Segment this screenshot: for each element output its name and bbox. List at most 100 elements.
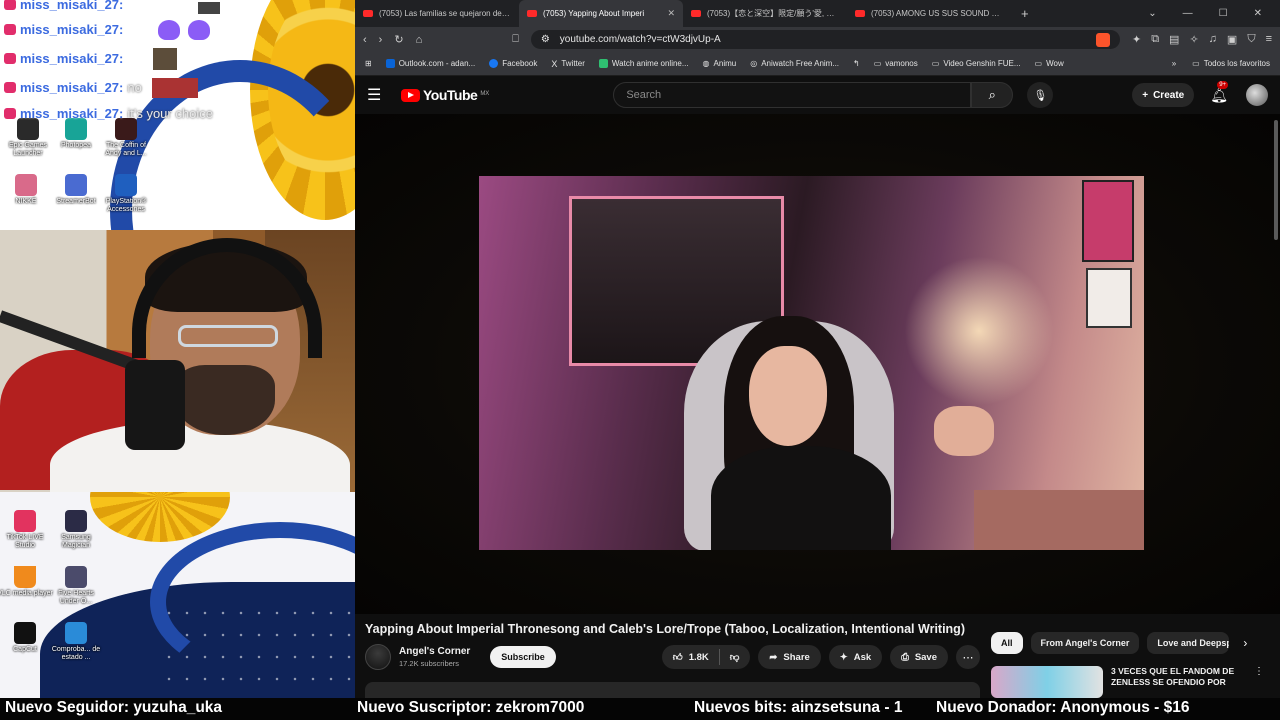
youtube-favicon-icon <box>363 10 373 17</box>
body <box>711 446 891 550</box>
desktop-icon-photopea[interactable]: Photopea <box>48 118 104 150</box>
desktop-icon-comprobacion[interactable]: Comproba... de estado ... <box>48 622 104 662</box>
recommended-video[interactable]: 3 VECES QUE EL FANDOM DE ZENLESS SE OFEN… <box>991 666 1264 698</box>
chat-message: miss_misaki_27: <box>4 22 127 37</box>
youtube-favicon-icon <box>527 10 537 17</box>
chip-from-channel[interactable]: From Angel's Corner <box>1030 632 1140 654</box>
bookmark-animu[interactable]: ◍ Animu <box>703 59 737 68</box>
more-vertical-icon[interactable]: ⋮ <box>1254 666 1264 698</box>
bookmark-folder-vamonos[interactable]: ▭ vamonos <box>874 59 918 68</box>
bookmark-watch-anime[interactable]: Watch anime online... <box>598 59 689 68</box>
stream-overlay: Epic Games Launcher Photopea The Coffin … <box>0 0 355 698</box>
bookmark-folder-genshin[interactable]: ▭ Video Genshin FUE... <box>932 59 1021 68</box>
tab-4[interactable]: (7053) AMONG US SUS SOUND EFFE <box>847 0 1011 27</box>
chevron-right-icon[interactable]: › <box>1243 636 1247 650</box>
chevron-down-icon[interactable]: ⌄ <box>1148 8 1156 19</box>
thumbs-down-icon[interactable]: 👎︎ <box>730 651 740 663</box>
video-player[interactable] <box>355 114 1280 614</box>
desktop-icon-coffin-andy[interactable]: The Coffin of Andy and L... <box>98 118 154 158</box>
desktop-icon-playstation[interactable]: PlayStation® Accessories <box>98 174 154 214</box>
video-frame[interactable] <box>479 176 1144 550</box>
apps-grid-icon[interactable]: ⊞ <box>365 59 372 68</box>
globe-icon: ◍ <box>702 59 710 68</box>
desktop-icon-streamerbot[interactable]: StreamerBot <box>48 174 104 206</box>
desk <box>974 490 1144 550</box>
page-scrollbar[interactable] <box>1274 120 1278 240</box>
bookmark-outlook[interactable]: Outlook.com - adan... <box>385 59 475 68</box>
emote-image <box>152 78 198 98</box>
recommended-thumbnail[interactable] <box>991 666 1103 698</box>
reload-icon[interactable]: ↻ <box>394 33 403 46</box>
bookmark-folder-wow[interactable]: ▭ Wow <box>1035 59 1064 68</box>
minimize-icon[interactable]: — <box>1183 8 1193 19</box>
music-icon[interactable]: ♫ <box>1209 33 1217 46</box>
channel-name[interactable]: Angel's Corner <box>399 646 470 657</box>
url-field[interactable]: ⚙ youtube.com/watch?v=ctW3djvUp-A <box>530 30 1120 49</box>
health-check-icon <box>65 622 87 644</box>
game-icon <box>115 118 137 140</box>
extension-icon[interactable]: ✦ <box>1132 33 1141 46</box>
save-button[interactable]: ⎙ Save <box>890 645 948 669</box>
bookmark-icon[interactable]: ⎕ <box>512 33 519 46</box>
home-icon[interactable]: ⌂ <box>416 34 423 46</box>
bookmark-facebook[interactable]: Facebook <box>489 59 537 68</box>
menu-icon[interactable]: ≡ <box>1266 33 1272 46</box>
like-count[interactable]: 1.8K <box>689 652 709 663</box>
wallet-icon[interactable]: ▣ <box>1227 33 1237 46</box>
channel-avatar[interactable] <box>365 644 391 670</box>
maximize-icon[interactable]: ☐ <box>1219 8 1228 19</box>
hamburger-menu-icon[interactable]: ☰ <box>367 85 389 105</box>
account-avatar[interactable] <box>1246 84 1268 106</box>
desktop-icon-five-hearts[interactable]: Five Hearts Under O... <box>48 566 104 606</box>
back-icon[interactable]: ‹ <box>363 34 367 46</box>
more-actions-icon[interactable]: ⋯ <box>956 645 980 669</box>
chip-love-and-deepspace[interactable]: Love and Deepspace <box>1147 632 1230 654</box>
folder-icon: ▭ <box>1034 59 1043 68</box>
recommended-title[interactable]: 3 VECES QUE EL FANDOM DE ZENLESS SE OFEN… <box>1111 666 1246 688</box>
youtube-logo[interactable]: YouTube MX <box>401 87 489 103</box>
share-button[interactable]: ➦ Share <box>758 645 821 669</box>
sidebar-icon[interactable]: ▤ <box>1169 33 1179 46</box>
anime-site-icon <box>598 59 608 68</box>
vpn-icon[interactable]: ⛉ <box>1247 33 1255 46</box>
chip-all[interactable]: All <box>991 632 1023 654</box>
more-bookmarks-icon[interactable]: » <box>1172 59 1176 68</box>
window-controls: ⌄ — ☐ ✕ <box>1148 8 1280 19</box>
desktop-icon-capcut[interactable]: CapCut <box>0 622 53 654</box>
bookmark-twitter[interactable]: X Twitter <box>551 59 585 69</box>
search-button[interactable]: ⌕ <box>971 82 1014 108</box>
desktop-icon-vlc[interactable]: VLC media player <box>0 566 53 598</box>
desktop-wallpaper-bottom: TikTok LIVE Studio Samsung Magician VLC … <box>0 492 355 698</box>
video-title: Yapping About Imperial Thronesong and Ca… <box>365 622 965 636</box>
subscribe-button[interactable]: Subscribe <box>490 646 556 668</box>
tab-1[interactable]: (7053) Las familias se quejaron de qu <box>355 0 519 27</box>
description-box[interactable] <box>365 682 980 698</box>
tab-3[interactable]: (7053)【恋と深空】限定/願う'愛, 宇宙 <box>683 0 847 27</box>
close-window-icon[interactable]: ✕ <box>1254 8 1262 19</box>
all-bookmarks[interactable]: ▭ Todos los favoritos <box>1192 59 1270 68</box>
puzzle-icon[interactable]: ⧉ <box>1151 33 1159 46</box>
voice-search-button[interactable]: 🎙︎ <box>1027 82 1054 108</box>
notifications-button[interactable]: 🔔︎ 9+ <box>1210 80 1229 104</box>
tab-bar: (7053) Las familias se quejaron de qu (7… <box>355 0 1280 27</box>
leo-icon[interactable]: ✧ <box>1189 33 1198 46</box>
brave-shield-icon[interactable] <box>1095 32 1110 47</box>
desktop-icon-samsung-magician[interactable]: Samsung Magician <box>48 510 104 550</box>
site-info-icon[interactable]: ⚙ <box>541 34 550 45</box>
alerts-ticker: Nuevo Seguidor: yuzuha_uka Nuevo Suscrip… <box>0 698 1280 720</box>
thumbs-up-icon[interactable]: 👍︎ <box>673 651 683 663</box>
close-tab-icon[interactable]: ✕ <box>667 8 675 19</box>
tab-2-active[interactable]: (7053) Yapping About Imperi ✕ <box>519 0 683 27</box>
desktop-icon-nikke[interactable]: NIKKE <box>0 174 54 206</box>
webcam-feed <box>0 230 355 492</box>
bookmark-misc-icon[interactable]: ↰ <box>853 59 860 68</box>
ask-button[interactable]: ✦ Ask <box>828 645 883 669</box>
create-button[interactable]: + Create <box>1132 83 1195 107</box>
ticker-follower: Nuevo Seguidor: yuzuha_uka <box>5 699 223 716</box>
bookmark-aniwatch[interactable]: ◎ Aniwatch Free Anim... <box>750 59 839 68</box>
new-tab-icon[interactable]: + <box>1011 6 1039 21</box>
playstation-icon <box>115 174 137 196</box>
desktop-icon-tiktok-live[interactable]: TikTok LIVE Studio <box>0 510 53 550</box>
search-input[interactable]: Search <box>613 82 972 108</box>
forward-icon[interactable]: › <box>379 34 383 46</box>
